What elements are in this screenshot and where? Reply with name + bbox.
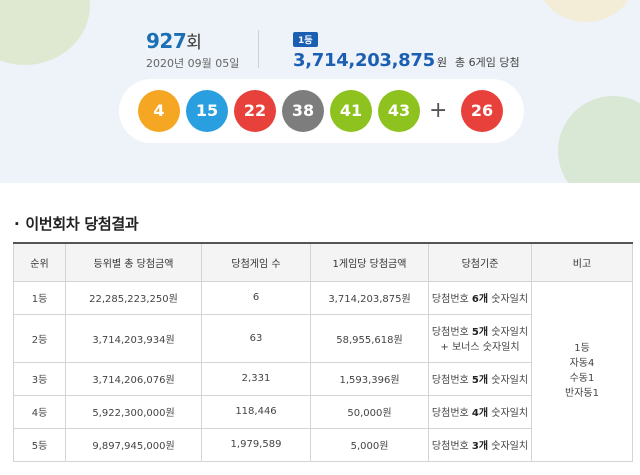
rank-cell: 2등 [13, 313, 66, 363]
rank-cell: 1등 [13, 280, 66, 315]
first-prize-amount: 3,714,203,875 [293, 50, 435, 71]
bonus-ball: 26 [461, 90, 503, 132]
per-game-prize-cell: 3,714,203,875원 [310, 280, 429, 315]
column-header: 등위별 총 당첨금액 [65, 242, 202, 282]
prize-unit: 원 [436, 56, 447, 69]
rank-cell: 4등 [13, 394, 66, 429]
winning-games-cell: 63 [201, 313, 311, 363]
decorative-circle [0, 0, 90, 65]
bullet: · [14, 215, 20, 233]
table-row: 1등 22,285,223,250원 6 3,714,203,875원 당첨번호… [13, 280, 633, 462]
per-game-prize-cell: 1,593,396원 [310, 361, 429, 396]
column-header: 비고 [531, 242, 633, 282]
criteria-cell: 당첨번호 6개 숫자일치 [428, 280, 532, 315]
first-prize-info: 1등 3,714,203,875 원 총 6게임 당첨 [293, 28, 623, 71]
first-prize-games: 총 6게임 당첨 [454, 56, 520, 69]
column-header: 1게임당 당첨금액 [310, 242, 429, 282]
lotto-ball: 41 [330, 90, 372, 132]
criteria-cell: 당첨번호 4개 숫자일치 [428, 394, 532, 429]
results-table: 순위 등위별 총 당첨금액 당첨게임 수 1게임당 당첨금액 당첨기준 비고 1… [13, 242, 633, 462]
column-header: 순위 [13, 242, 66, 282]
round-number: 927회 [146, 29, 202, 53]
total-prize-cell: 3,714,206,076원 [65, 361, 202, 396]
divider [258, 30, 259, 68]
lotto-ball: 15 [186, 90, 228, 132]
rank-cell: 3등 [13, 361, 66, 396]
draw-date: 2020년 09월 05일 [146, 57, 240, 70]
rank-cell: 5등 [13, 427, 66, 462]
lotto-ball: 38 [282, 90, 324, 132]
winning-games-cell: 118,446 [201, 394, 311, 429]
total-prize-cell: 5,922,300,000원 [65, 394, 202, 429]
winning-games-cell: 1,979,589 [201, 427, 311, 462]
winning-numbers: 4 15 22 38 41 43 + 26 [119, 79, 524, 143]
criteria-cell: 당첨번호 5개 숫자일치 + 보너스 숫자일치 [428, 313, 532, 363]
plus-sign: + [429, 98, 448, 123]
lotto-ball: 43 [378, 90, 420, 132]
column-header: 당첨게임 수 [201, 242, 311, 282]
total-prize-cell: 22,285,223,250원 [65, 280, 202, 315]
lotto-ball: 22 [234, 90, 276, 132]
per-game-prize-cell: 58,955,618원 [310, 313, 429, 363]
decorative-circle [558, 96, 640, 183]
total-prize-cell: 9,897,945,000원 [65, 427, 202, 462]
rank-badge: 1등 [293, 32, 318, 47]
lotto-ball: 4 [138, 90, 180, 132]
decorative-circle [538, 0, 634, 22]
round-info: 927회 2020년 09월 05일 [146, 28, 246, 71]
table-header-row: 순위 등위별 총 당첨금액 당첨게임 수 1게임당 당첨금액 당첨기준 비고 [13, 242, 633, 282]
section-title: · 이번회차 당첨결과 [14, 215, 139, 233]
note-cell: 1등 자동4 수동1 반자동1 [531, 280, 633, 462]
criteria-cell: 당첨번호 3개 숫자일치 [428, 427, 532, 462]
winning-games-cell: 2,331 [201, 361, 311, 396]
column-header: 당첨기준 [428, 242, 532, 282]
criteria-cell: 당첨번호 5개 숫자일치 [428, 361, 532, 396]
total-prize-cell: 3,714,203,934원 [65, 313, 202, 363]
draw-banner: 927회 2020년 09월 05일 1등 3,714,203,875 원 총 6게… [0, 0, 640, 183]
per-game-prize-cell: 5,000원 [310, 427, 429, 462]
winning-games-cell: 6 [201, 280, 311, 315]
per-game-prize-cell: 50,000원 [310, 394, 429, 429]
